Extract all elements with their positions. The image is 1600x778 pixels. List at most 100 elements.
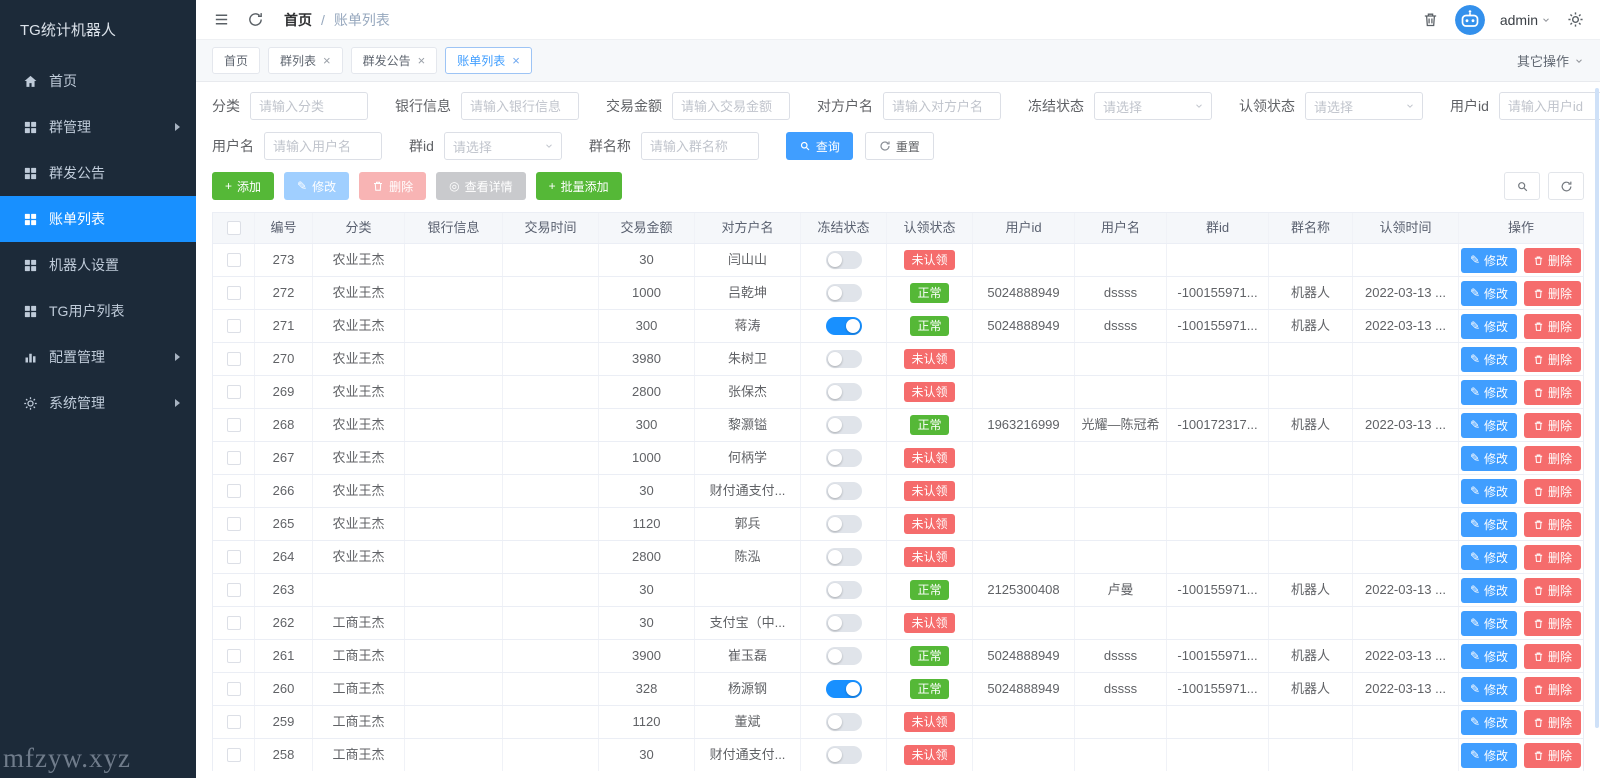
row-checkbox[interactable] (226, 418, 241, 432)
row-delete-button[interactable]: 删除 (1524, 676, 1582, 702)
category-input[interactable] (250, 92, 368, 120)
table-refresh-button[interactable] (1548, 172, 1584, 200)
row-edit-button[interactable]: ✎ 修改 (1460, 280, 1518, 306)
frozen-toggle[interactable] (825, 713, 862, 731)
scrollbar[interactable] (1595, 88, 1599, 728)
row-checkbox[interactable] (226, 319, 241, 333)
row-delete-button[interactable]: 删除 (1524, 379, 1582, 405)
frozen-toggle[interactable] (825, 515, 862, 533)
gear-icon[interactable] (1566, 11, 1584, 29)
row-edit-button[interactable]: ✎ 修改 (1460, 742, 1518, 768)
row-delete-button[interactable]: 删除 (1524, 643, 1582, 669)
frozen-toggle[interactable] (825, 548, 862, 566)
tab-bill-list[interactable]: 账单列表 × (445, 47, 532, 74)
tab-home[interactable]: 首页 (212, 47, 261, 74)
sidebar-item-group-manage[interactable]: 群管理 (0, 104, 196, 150)
row-delete-button[interactable]: 删除 (1524, 478, 1582, 504)
frozen-toggle[interactable] (825, 482, 862, 500)
row-delete-button[interactable]: 删除 (1524, 412, 1582, 438)
delete-button[interactable]: 删除 (359, 172, 427, 200)
frozen-toggle[interactable] (825, 383, 862, 401)
reset-button[interactable]: 重置 (864, 132, 934, 160)
batch-add-button[interactable]: + 批量添加 (535, 172, 622, 200)
row-delete-button[interactable]: 删除 (1524, 544, 1582, 570)
row-checkbox[interactable] (226, 649, 241, 663)
row-checkbox[interactable] (226, 517, 241, 531)
breadcrumb-home[interactable]: 首页 (284, 10, 312, 30)
row-delete-button[interactable]: 删除 (1524, 511, 1582, 537)
row-checkbox[interactable] (226, 616, 241, 630)
frozen-status-select[interactable]: 请选择 (1094, 92, 1212, 120)
sidebar-item-config-manage[interactable]: 配置管理 (0, 334, 196, 380)
edit-button[interactable]: ✎ 修改 (284, 172, 350, 200)
row-edit-button[interactable]: ✎ 修改 (1460, 643, 1518, 669)
user-menu[interactable]: admin (1500, 12, 1551, 28)
row-delete-button[interactable]: 删除 (1524, 280, 1582, 306)
row-edit-button[interactable]: ✎ 修改 (1460, 610, 1518, 636)
user-id-input[interactable] (1498, 92, 1600, 120)
group-id-select[interactable]: 请选择 (443, 132, 562, 160)
frozen-toggle[interactable] (825, 647, 862, 665)
sidebar-item-robot-settings[interactable]: 机器人设置 (0, 242, 196, 288)
table-search-button[interactable] (1504, 172, 1540, 200)
add-button[interactable]: + 添加 (212, 172, 275, 200)
view-detail-button[interactable]: ◎ 查看详情 (436, 172, 526, 200)
row-edit-button[interactable]: ✎ 修改 (1460, 445, 1518, 471)
sidebar-item-group-announce[interactable]: 群发公告 (0, 150, 196, 196)
row-edit-button[interactable]: ✎ 修改 (1460, 676, 1518, 702)
trash-icon[interactable] (1422, 11, 1440, 29)
bank-info-input[interactable] (461, 92, 579, 120)
frozen-toggle[interactable] (825, 317, 862, 335)
amount-input[interactable] (672, 92, 790, 120)
search-button[interactable]: 查询 (785, 132, 853, 160)
avatar[interactable] (1454, 4, 1485, 35)
row-edit-button[interactable]: ✎ 修改 (1460, 247, 1518, 273)
frozen-toggle[interactable] (825, 251, 862, 269)
user-name-input[interactable] (264, 132, 382, 160)
refresh-icon[interactable] (246, 11, 264, 29)
more-operations-dropdown[interactable]: 其它操作 (1517, 51, 1584, 70)
row-delete-button[interactable]: 删除 (1524, 313, 1582, 339)
frozen-toggle[interactable] (825, 416, 862, 434)
row-delete-button[interactable]: 删除 (1524, 610, 1582, 636)
row-checkbox[interactable] (226, 748, 241, 762)
close-icon[interactable]: × (418, 54, 426, 67)
row-checkbox[interactable] (226, 484, 241, 498)
row-edit-button[interactable]: ✎ 修改 (1460, 709, 1518, 735)
row-checkbox[interactable] (226, 715, 241, 729)
row-edit-button[interactable]: ✎ 修改 (1460, 346, 1518, 372)
frozen-toggle[interactable] (825, 284, 862, 302)
close-icon[interactable]: × (323, 54, 331, 67)
row-checkbox[interactable] (226, 583, 241, 597)
frozen-toggle[interactable] (825, 350, 862, 368)
sidebar-item-system-manage[interactable]: 系统管理 (0, 380, 196, 426)
row-checkbox[interactable] (226, 682, 241, 696)
row-edit-button[interactable]: ✎ 修改 (1460, 577, 1518, 603)
frozen-toggle[interactable] (825, 680, 862, 698)
counterparty-input[interactable] (883, 92, 1001, 120)
claim-status-select[interactable]: 请选择 (1305, 92, 1423, 120)
row-edit-button[interactable]: ✎ 修改 (1460, 313, 1518, 339)
row-checkbox[interactable] (226, 286, 241, 300)
row-delete-button[interactable]: 删除 (1524, 742, 1582, 768)
row-checkbox[interactable] (226, 550, 241, 564)
hamburger-icon[interactable] (212, 11, 230, 29)
row-checkbox[interactable] (226, 385, 241, 399)
row-edit-button[interactable]: ✎ 修改 (1460, 379, 1518, 405)
frozen-toggle[interactable] (825, 581, 862, 599)
row-delete-button[interactable]: 删除 (1524, 247, 1582, 273)
tab-group-announce[interactable]: 群发公告 × (350, 47, 438, 74)
row-edit-button[interactable]: ✎ 修改 (1460, 478, 1518, 504)
sidebar-item-bill-list[interactable]: 账单列表 (0, 196, 196, 242)
frozen-toggle[interactable] (825, 449, 862, 467)
row-delete-button[interactable]: 删除 (1524, 709, 1582, 735)
group-name-input[interactable] (640, 132, 759, 160)
row-delete-button[interactable]: 删除 (1524, 445, 1582, 471)
frozen-toggle[interactable] (825, 746, 862, 764)
frozen-toggle[interactable] (825, 614, 862, 632)
row-checkbox[interactable] (226, 253, 241, 267)
sidebar-item-home[interactable]: 首页 (0, 58, 196, 104)
row-delete-button[interactable]: 删除 (1524, 346, 1582, 372)
row-checkbox[interactable] (226, 451, 241, 465)
row-edit-button[interactable]: ✎ 修改 (1460, 511, 1518, 537)
